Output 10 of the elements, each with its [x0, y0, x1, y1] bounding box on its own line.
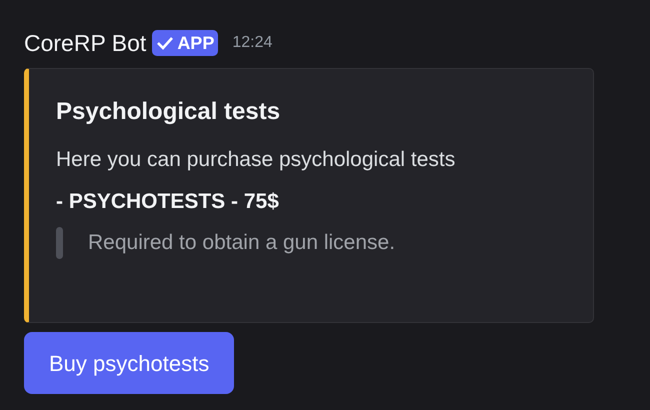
quote-text: Required to obtain a gun license.: [88, 230, 396, 256]
embed-heading: - PSYCHOTESTS - 75$: [56, 189, 280, 215]
quote-bar: [56, 227, 63, 259]
buy-button[interactable]: Buy psychotests: [24, 332, 234, 394]
timestamp: 12:24: [232, 33, 272, 53]
author-name[interactable]: CoreRP Bot: [24, 32, 146, 54]
checkmark-icon: [156, 35, 174, 51]
embed-title: Psychological tests: [56, 97, 282, 127]
embed-description: Here you can purchase psychological tests: [56, 147, 456, 173]
app-badge: APP: [152, 30, 218, 56]
